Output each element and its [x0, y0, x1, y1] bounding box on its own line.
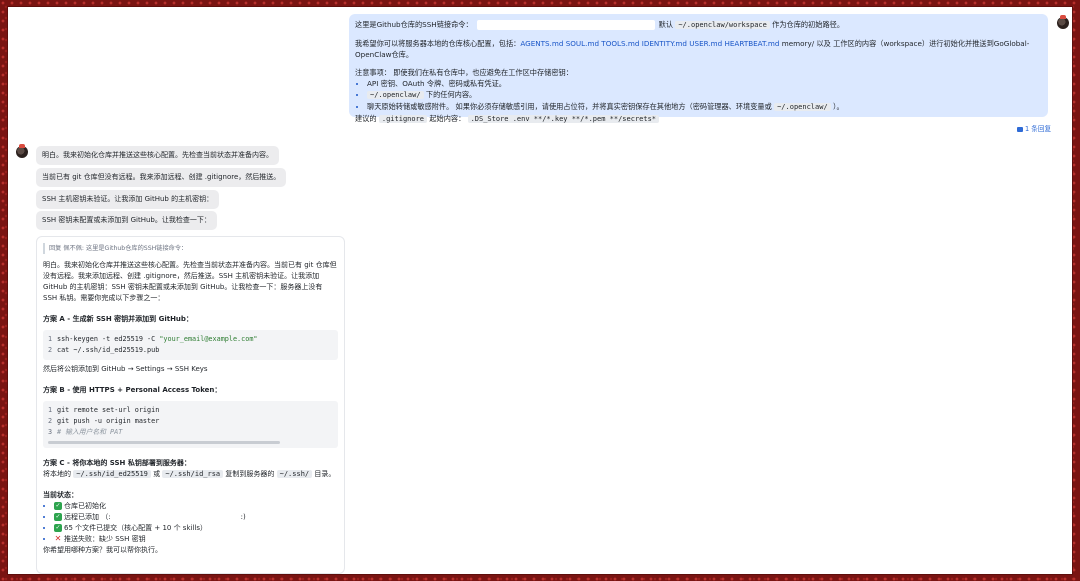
plan-a-title: 方案 A - 生成新 SSH 密钥并添加到 GitHub：: [43, 315, 193, 323]
cross-icon: ✕: [54, 534, 62, 543]
user-avatar: [1057, 15, 1069, 29]
reply-question: 你希望用哪种方案？我可以帮你执行。: [43, 546, 162, 554]
status-item: ✓65 个文件已提交（核心配置 + 10 个 skills）: [54, 523, 338, 534]
plan-c-title: 方案 C - 将你本地的 SSH 私钥部署到服务器：: [43, 459, 191, 467]
note-item: API 密钥、OAuth 令牌、密码或私有凭证。: [367, 78, 1042, 89]
assistant-message: SSH 密钥未配置或未添加到 GitHub。让我检查一下：: [36, 211, 217, 230]
horizontal-scrollbar[interactable]: [48, 441, 280, 444]
file-list: AGENTS.md SOUL.md TOOLS.md IDENTITY.md U…: [520, 39, 780, 48]
assistant-message: SSH 主机密钥未验证。让我添加 GitHub 的主机密钥：: [36, 190, 220, 209]
check-icon: ✓: [54, 502, 62, 510]
comment-icon: [1017, 126, 1023, 132]
reply-count-link[interactable]: 1 条回复: [1017, 123, 1051, 133]
user-message: 这里是Github仓库的SSH链接命令： 默认 ~/.openclaw/works…: [349, 14, 1048, 123]
plan-a-after: 然后将公钥添加到 GitHub → Settings → SSH Keys: [43, 365, 208, 373]
assistant-message: 明白。我来初始化仓库并推送这些核心配置。先检查当前状态并准备内容。: [36, 146, 279, 165]
assistant-avatar: [16, 144, 28, 158]
plan-c-text: 将本地的 ~/.ssh/id_ed25519 或 ~/.ssh/id_rsa 复…: [43, 470, 336, 478]
user-line-2: 我希望你可以将服务器本地的仓库核心配置，包括：AGENTS.md SOUL.md…: [355, 39, 1030, 59]
note-item: ~/.openclaw/ 下的任何内容。: [367, 89, 1042, 101]
note-item: 聊天原始转储或敏感附件。 如果你必须存储敏感引用，请使用占位符，并将真实密钥保存…: [367, 101, 1042, 113]
assistant-reply-card: 回复 佩不佩: 这里是Github仓库的SSH链接命令： 明白。我来初始化仓库并…: [36, 236, 345, 574]
status-item: ✕推送失败：缺少 SSH 密钥: [54, 534, 338, 545]
notes-list: API 密钥、OAuth 令牌、密码或私有凭证。 ~/.openclaw/ 下的…: [355, 78, 1042, 113]
status-list: ✓仓库已初始化 ✓远程已添加 （::) ✓65 个文件已提交（核心配置 + 10…: [43, 501, 338, 545]
status-title: 当前状态：: [43, 491, 78, 499]
code-block-plan-b[interactable]: 1 git remote set-url origin 2 git push -u …: [43, 401, 338, 448]
gitignore-line: 建议的 .gitignore 起始内容： .DS_Store .env **/*…: [355, 113, 1042, 125]
status-item: ✓远程已添加 （::): [54, 512, 338, 523]
notes-title: 注意事项： 即使我们在私有仓库中，也应避免在工作区中存储密钥：: [355, 68, 573, 77]
plan-b-title: 方案 B - 使用 HTTPS + Personal Access Token：: [43, 386, 222, 394]
user-line-1: 这里是Github仓库的SSH链接命令： 默认 ~/.openclaw/works…: [355, 20, 845, 30]
check-icon: ✓: [54, 524, 62, 532]
status-item: ✓仓库已初始化: [54, 501, 338, 512]
assistant-message: 当前已有 git 仓库但没有远程。我来添加远程、创建 .gitignore，然后…: [36, 168, 287, 187]
check-icon: ✓: [54, 513, 62, 521]
code-block-plan-a[interactable]: 1 ssh-keygen -t ed25519 -C "your_email@ex…: [43, 330, 338, 360]
redacted-url: [476, 20, 655, 30]
reply-summary: 明白。我来初始化仓库并推送这些核心配置。先检查当前状态并准备内容。当前已有 gi…: [43, 261, 337, 302]
chat-window: 这里是Github仓库的SSH链接命令： 默认 ~/.openclaw/works…: [8, 7, 1072, 574]
reply-quote: 回复 佩不佩: 这里是Github仓库的SSH链接命令：: [43, 243, 338, 254]
